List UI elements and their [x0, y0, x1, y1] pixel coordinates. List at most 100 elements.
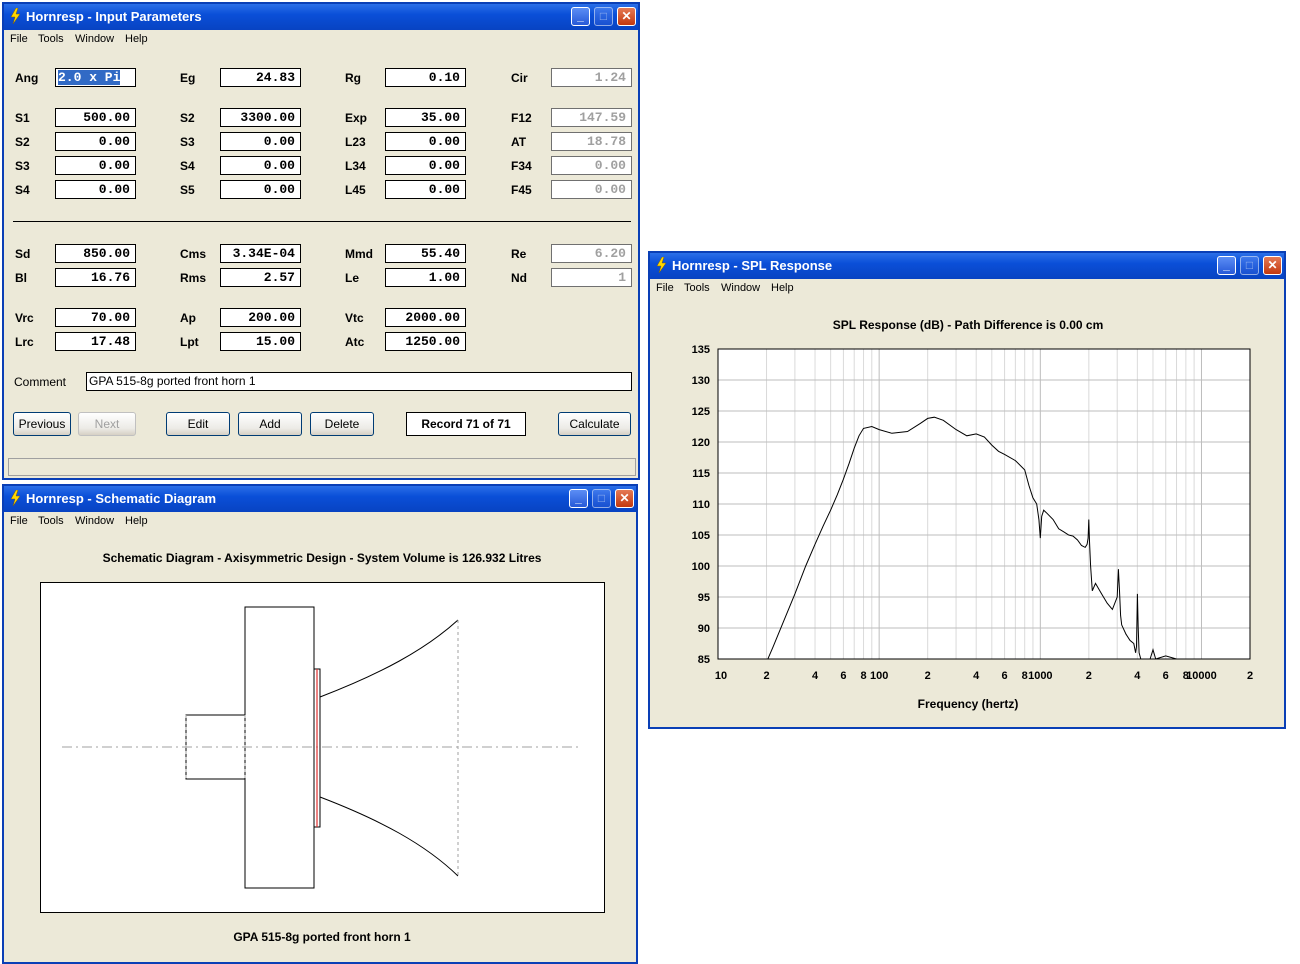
param-label-f45: F45 [511, 183, 532, 197]
delete-button[interactable]: Delete [310, 412, 374, 436]
param-field-nd[interactable]: 1 [551, 268, 632, 287]
param-field-s3[interactable]: 0.00 [220, 132, 301, 151]
param-field-s5[interactable]: 0.00 [220, 180, 301, 199]
calculate-button[interactable]: Calculate [558, 412, 631, 436]
record-indicator: Record 71 of 71 [406, 412, 526, 436]
y-tick-label: 90 [698, 623, 710, 635]
param-label-re: Re [511, 247, 527, 261]
param-label-vrc: Vrc [15, 311, 34, 325]
param-field-atc[interactable]: 1250.00 [385, 332, 466, 351]
param-field-l45[interactable]: 0.00 [385, 180, 466, 199]
param-label-rms: Rms [180, 271, 207, 285]
menu-help[interactable]: Help [125, 515, 148, 527]
param-label-f34: F34 [511, 159, 532, 173]
maximize-button[interactable]: □ [594, 7, 613, 26]
param-field-cir[interactable]: 1.24 [551, 68, 632, 87]
x-tick-label: 6 [1163, 670, 1169, 682]
x-tick-label: 100 [870, 670, 888, 682]
schematic-window-titlebar[interactable]: Hornresp - Schematic Diagram _ □ ✕ [4, 486, 636, 512]
param-field-s1[interactable]: 500.00 [55, 108, 136, 127]
param-field-eg[interactable]: 24.83 [220, 68, 301, 87]
input-menubar: File Tools Window Help [4, 30, 638, 49]
maximize-button[interactable]: □ [592, 489, 611, 508]
menu-tools[interactable]: Tools [38, 33, 64, 45]
param-label-cir: Cir [511, 71, 528, 85]
param-field-s3[interactable]: 0.00 [55, 156, 136, 175]
input-window-titlebar[interactable]: Hornresp - Input Parameters _ □ ✕ [4, 4, 638, 30]
menu-help[interactable]: Help [125, 33, 148, 45]
param-field-s2[interactable]: 0.00 [55, 132, 136, 151]
minimize-button[interactable]: _ [571, 7, 590, 26]
param-label-bl: Bl [15, 271, 27, 285]
x-tick-label: 4 [973, 670, 980, 682]
param-label-l23: L23 [345, 135, 366, 149]
param-field-re[interactable]: 6.20 [551, 244, 632, 263]
param-field-cms[interactable]: 3.34E-04 [220, 244, 301, 263]
param-field-le[interactable]: 1.00 [385, 268, 466, 287]
close-button[interactable]: ✕ [615, 489, 634, 508]
param-field-at[interactable]: 18.78 [551, 132, 632, 151]
param-field-f12[interactable]: 147.59 [551, 108, 632, 127]
x-tick-label: 2 [925, 670, 931, 682]
param-field-f45[interactable]: 0.00 [551, 180, 632, 199]
param-field-lpt[interactable]: 15.00 [220, 332, 301, 351]
param-field-ap[interactable]: 200.00 [220, 308, 301, 327]
param-label-l34: L34 [345, 159, 366, 173]
param-field-l34[interactable]: 0.00 [385, 156, 466, 175]
schematic-heading: Schematic Diagram - Axisymmetric Design … [102, 551, 542, 565]
param-field-vtc[interactable]: 2000.00 [385, 308, 466, 327]
param-label-s5: S5 [180, 183, 195, 197]
close-button[interactable]: ✕ [617, 7, 636, 26]
spl-x-axis-label: Frequency (hertz) [917, 697, 1019, 711]
x-tick-label: 8 [1022, 670, 1028, 682]
selected-text: 2.0 x Pi [58, 70, 121, 85]
menu-file[interactable]: File [10, 515, 28, 527]
param-field-s4[interactable]: 0.00 [55, 180, 136, 199]
y-tick-label: 110 [692, 499, 710, 511]
param-field-exp[interactable]: 35.00 [385, 108, 466, 127]
y-tick-label: 130 [692, 375, 710, 387]
y-tick-label: 105 [692, 530, 710, 542]
y-tick-label: 115 [692, 468, 710, 480]
param-field-sd[interactable]: 850.00 [55, 244, 136, 263]
param-field-f34[interactable]: 0.00 [551, 156, 632, 175]
param-label-ang: Ang [15, 71, 39, 85]
param-label-nd: Nd [511, 271, 527, 285]
schematic-window-title: Hornresp - Schematic Diagram [26, 491, 217, 506]
param-label-atc: Atc [345, 335, 365, 349]
param-label-s4: S4 [180, 159, 195, 173]
x-tick-label: 10000 [1186, 670, 1217, 682]
menu-tools[interactable]: Tools [38, 515, 64, 527]
param-field-ang[interactable]: 2.0 x Pi [55, 68, 136, 87]
next-button[interactable]: Next [78, 412, 136, 436]
param-field-rg[interactable]: 0.10 [385, 68, 466, 87]
minimize-button[interactable]: _ [569, 489, 588, 508]
param-label-l45: L45 [345, 183, 366, 197]
schematic-caption: GPA 515-8g ported front horn 1 [233, 930, 411, 944]
param-label-ap: Ap [180, 311, 196, 325]
param-label-sd: Sd [15, 247, 31, 261]
y-tick-label: 100 [692, 561, 710, 573]
param-field-vrc[interactable]: 70.00 [55, 308, 136, 327]
param-field-rms[interactable]: 2.57 [220, 268, 301, 287]
menu-file[interactable]: File [10, 33, 28, 45]
x-tick-label: 2 [763, 670, 769, 682]
menu-window[interactable]: Window [75, 33, 114, 45]
x-tick-label: 8 [860, 670, 866, 682]
menu-window[interactable]: Window [75, 515, 114, 527]
param-field-s4[interactable]: 0.00 [220, 156, 301, 175]
param-field-l23[interactable]: 0.00 [385, 132, 466, 151]
comment-field[interactable]: GPA 515-8g ported front horn 1 [86, 372, 632, 391]
status-bar [8, 458, 636, 476]
param-label-s1: S1 [15, 111, 30, 125]
param-field-lrc[interactable]: 17.48 [55, 332, 136, 351]
param-field-bl[interactable]: 16.76 [55, 268, 136, 287]
x-tick-label: 4 [812, 670, 819, 682]
param-field-mmd[interactable]: 55.40 [385, 244, 466, 263]
param-field-s2[interactable]: 3300.00 [220, 108, 301, 127]
edit-button[interactable]: Edit [166, 412, 230, 436]
input-parameters-window: Hornresp - Input Parameters _ □ ✕ File T… [2, 2, 640, 480]
previous-button[interactable]: Previous [13, 412, 71, 436]
add-button[interactable]: Add [238, 412, 302, 436]
param-label-lpt: Lpt [180, 335, 199, 349]
